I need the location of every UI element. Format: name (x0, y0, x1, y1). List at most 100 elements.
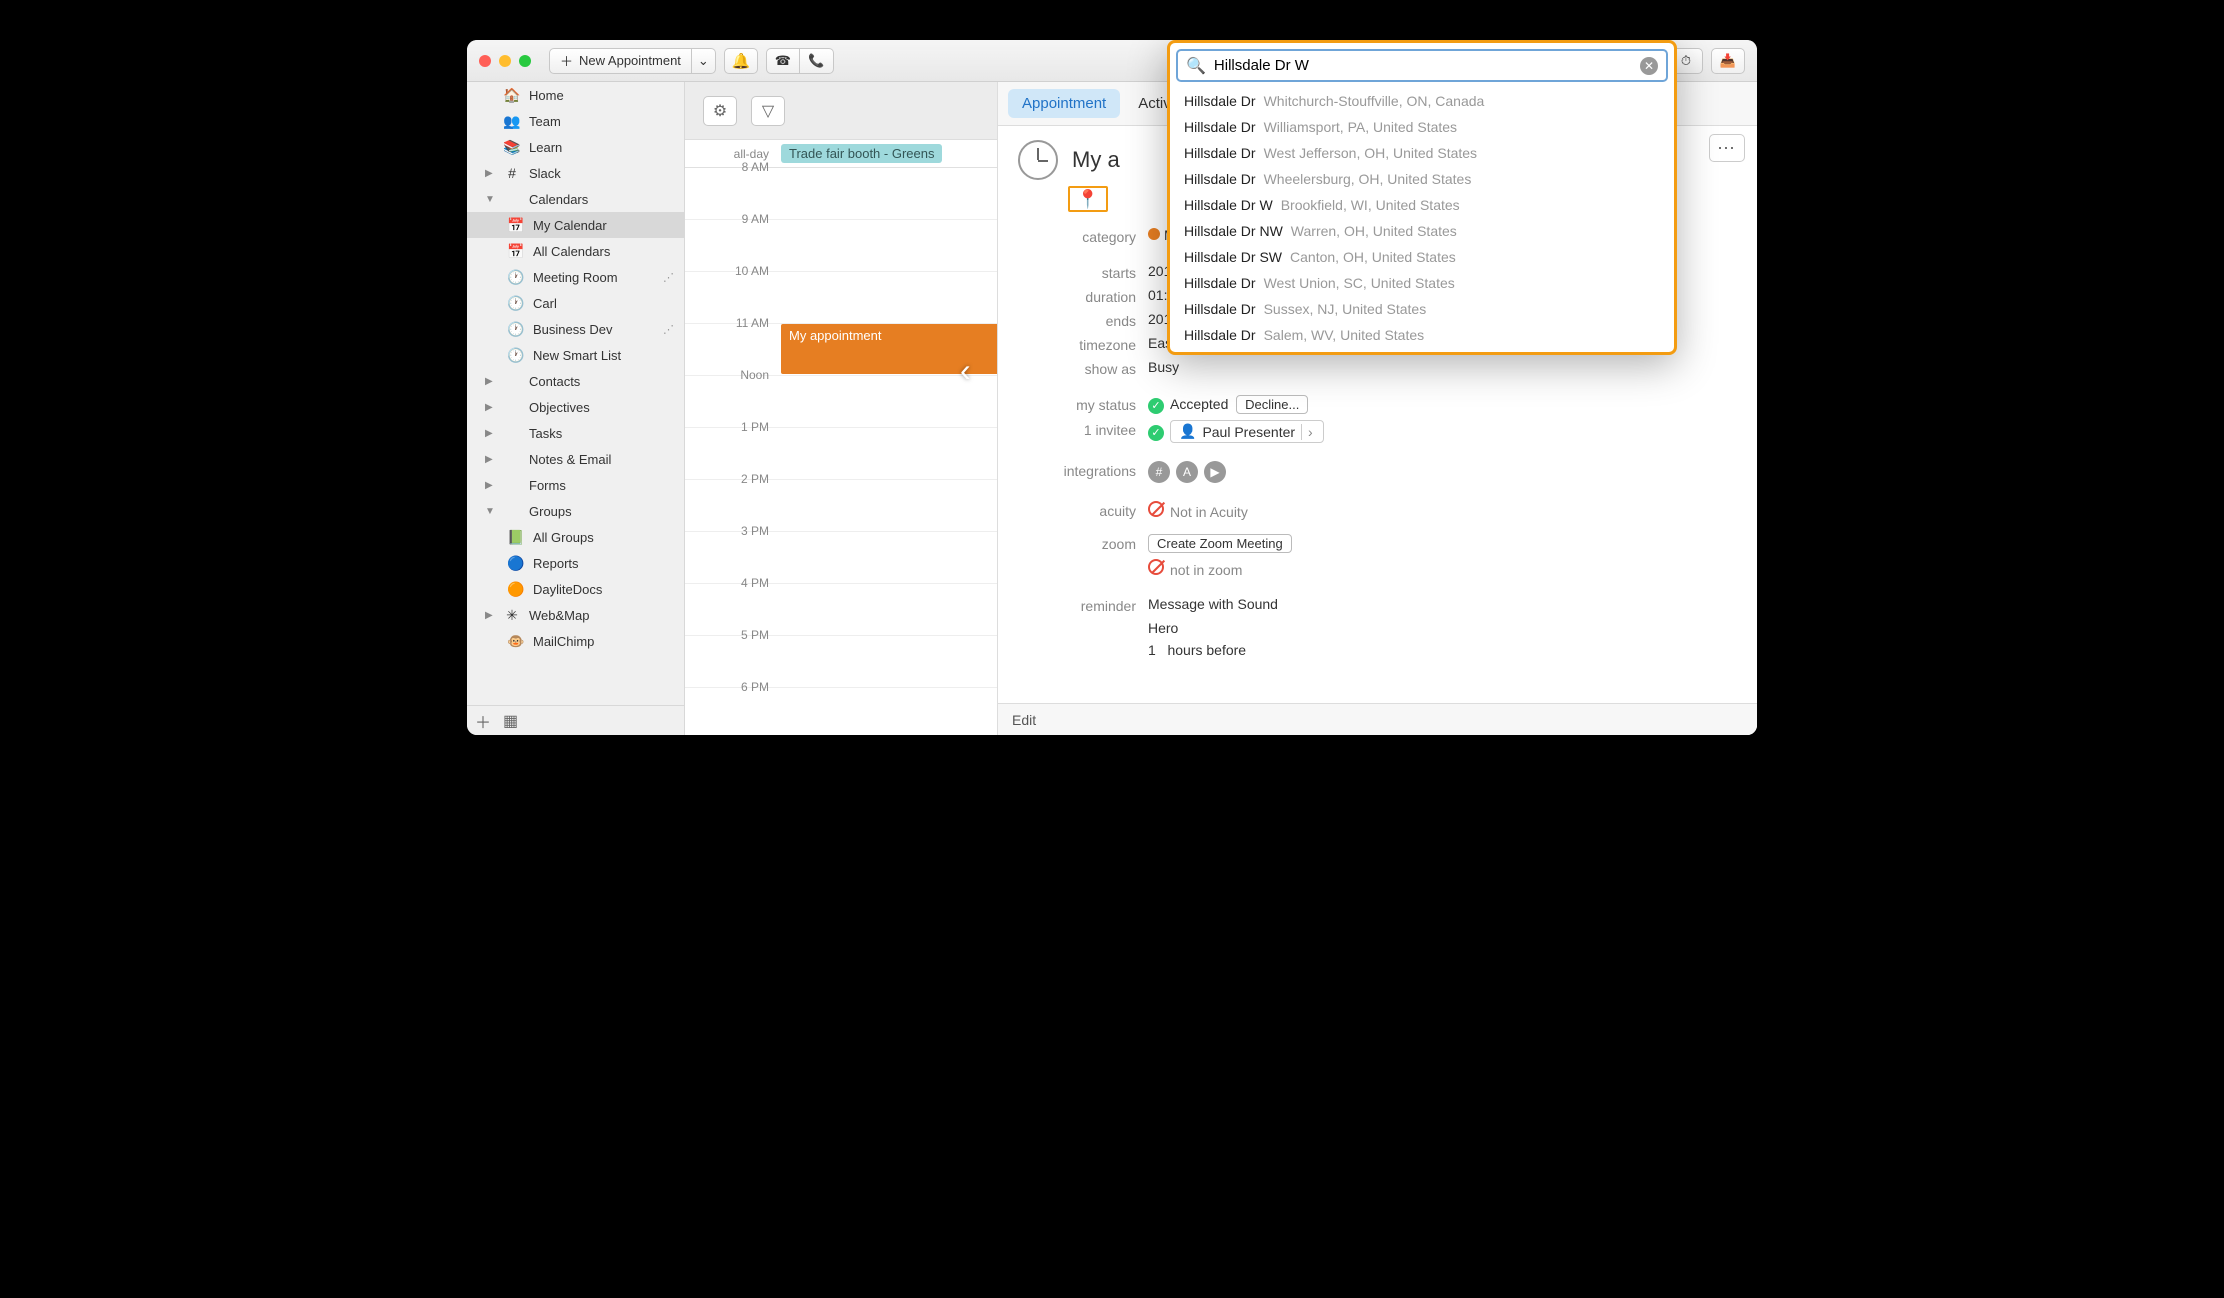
chevron-icon: ▶ (485, 376, 495, 387)
chevron-left-icon[interactable]: ‹ (960, 352, 971, 389)
label-ends: ends (1018, 311, 1148, 329)
reminder-num: 1 (1148, 642, 1156, 658)
zoom-int-icon[interactable]: ▶ (1204, 461, 1226, 483)
sidebar-item-objectives[interactable]: ▶Objectives (467, 394, 684, 420)
chevron-icon: ▼ (485, 194, 495, 205)
sidebar-item-contacts[interactable]: ▶Contacts (467, 368, 684, 394)
sidebar-label: Meeting Room (533, 270, 618, 285)
notifications-button[interactable]: 🔔 (724, 48, 758, 74)
sidebar-icon: 👥 (503, 112, 521, 130)
search-result[interactable]: Hillsdale Dr WBrookfield, WI, United Sta… (1170, 192, 1674, 218)
category-dot-icon (1148, 228, 1160, 240)
sidebar-item-web-map[interactable]: ▶✳Web&Map (467, 602, 684, 628)
grid-icon[interactable]: ▦ (503, 711, 518, 731)
search-result[interactable]: Hillsdale Dr NWWarren, OH, United States (1170, 218, 1674, 244)
sidebar-item-forms[interactable]: ▶Forms (467, 472, 684, 498)
new-appointment-dropdown[interactable]: ⌄ (692, 48, 716, 74)
sidebar: 🏠Home👥Team📚Learn▶#Slack▼Calendars📅My Cal… (467, 82, 685, 735)
label-acuity: acuity (1018, 501, 1148, 519)
allday-label: all-day (685, 147, 781, 161)
new-appointment-group: ＋New Appointment ⌄ (549, 48, 716, 74)
sidebar-item-team[interactable]: 👥Team (467, 108, 684, 134)
time-label: 6 PM (685, 680, 781, 694)
acuity-int-icon[interactable]: A (1176, 461, 1198, 483)
chevron-icon: ▶ (485, 428, 495, 439)
detail-footer[interactable]: Edit (998, 703, 1757, 735)
inbox-button[interactable]: 📥 (1711, 48, 1745, 74)
sidebar-icon (503, 190, 521, 208)
sidebar-item-my-calendar[interactable]: 📅My Calendar (467, 212, 684, 238)
hangup-button[interactable]: ☎ (766, 48, 800, 74)
sidebar-icon: 📅 (507, 242, 525, 260)
time-label: 4 PM (685, 576, 781, 590)
invitee-chip[interactable]: 👤Paul Presenter› (1170, 420, 1324, 443)
clock-icon (1018, 140, 1058, 180)
sidebar-icon (503, 502, 521, 520)
sidebar-item-tasks[interactable]: ▶ Tasks (467, 420, 684, 446)
sidebar-item-meeting-room[interactable]: 🕐Meeting Room⋰ (467, 264, 684, 290)
call-button[interactable]: 📞 (800, 48, 834, 74)
search-results[interactable]: Hillsdale DrWhitchurch-Stouffville, ON, … (1170, 88, 1674, 352)
time-label: 10 AM (685, 264, 781, 278)
result-sub: Brookfield, WI, United States (1281, 197, 1460, 213)
clear-search-button[interactable]: ✕ (1640, 57, 1658, 75)
label-zoom: zoom (1018, 534, 1148, 552)
sidebar-item-business-dev[interactable]: 🕐Business Dev⋰ (467, 316, 684, 342)
sidebar-item-mailchimp[interactable]: 🐵MailChimp (467, 628, 684, 654)
reminder-unit: hours before (1167, 642, 1246, 658)
sidebar-label: MailChimp (533, 634, 594, 649)
bell-icon: 🔔 (731, 52, 750, 70)
sidebar-item-slack[interactable]: ▶#Slack (467, 160, 684, 186)
sidebar-label: Groups (529, 504, 572, 519)
sidebar-label: My Calendar (533, 218, 607, 233)
sidebar-item-all-groups[interactable]: 📗All Groups (467, 524, 684, 550)
allday-event[interactable]: Trade fair booth - Greens (781, 144, 942, 163)
add-icon[interactable]: ＋ (475, 709, 491, 733)
sidebar-item-reports[interactable]: 🔵Reports (467, 550, 684, 576)
sidebar-item-calendars[interactable]: ▼Calendars (467, 186, 684, 212)
sidebar-item-notes-email[interactable]: ▶Notes & Email (467, 446, 684, 472)
result-main: Hillsdale Dr (1184, 327, 1256, 343)
sidebar-item-daylitedocs[interactable]: 🟠DayliteDocs (467, 576, 684, 602)
tab-appointment[interactable]: Appointment (1008, 89, 1120, 118)
sidebar-icon: 🟠 (507, 580, 525, 598)
sidebar-item-carl[interactable]: 🕐Carl (467, 290, 684, 316)
close-window-button[interactable] (479, 55, 491, 67)
showas-value: Busy (1148, 359, 1737, 375)
sidebar-item-all-calendars[interactable]: 📅All Calendars (467, 238, 684, 264)
sidebar-item-new-smart-list[interactable]: 🕐New Smart List (467, 342, 684, 368)
sidebar-label: Reports (533, 556, 579, 571)
search-result[interactable]: Hillsdale Dr SWCanton, OH, United States (1170, 244, 1674, 270)
search-result[interactable]: Hillsdale DrWest Jefferson, OH, United S… (1170, 140, 1674, 166)
sidebar-icon: ✳ (503, 606, 521, 624)
location-search-input[interactable] (1212, 55, 1640, 76)
search-result[interactable]: Hillsdale DrSussex, NJ, United States (1170, 296, 1674, 322)
search-result[interactable]: Hillsdale Dr Salem, WV, United States (1170, 322, 1674, 348)
decline-button[interactable]: Decline... (1236, 395, 1308, 414)
location-pin-icon[interactable]: 📍 (1068, 186, 1108, 212)
slack-int-icon[interactable]: # (1148, 461, 1170, 483)
settings-gear-button[interactable]: ⚙ (703, 96, 737, 126)
search-result[interactable]: Hillsdale DrWhitchurch-Stouffville, ON, … (1170, 88, 1674, 114)
create-zoom-button[interactable]: Create Zoom Meeting (1148, 534, 1292, 553)
sidebar-icon: # (503, 164, 521, 182)
minimize-window-button[interactable] (499, 55, 511, 67)
sidebar-label: Tasks (529, 426, 562, 441)
label-category: category (1018, 227, 1148, 245)
sidebar-icon: 🕐 (507, 346, 525, 364)
filter-button[interactable]: ▽ (751, 96, 785, 126)
new-appointment-button[interactable]: ＋New Appointment (549, 48, 692, 74)
sidebar-item-groups[interactable]: ▼Groups (467, 498, 684, 524)
label-timezone: timezone (1018, 335, 1148, 353)
sidebar-item-home[interactable]: 🏠Home (467, 82, 684, 108)
search-result[interactable]: Hillsdale DrWheelersburg, OH, United Sta… (1170, 166, 1674, 192)
sidebar-label: Forms (529, 478, 566, 493)
chevron-right-icon[interactable]: › (1301, 424, 1319, 440)
maximize-window-button[interactable] (519, 55, 531, 67)
sidebar-scroll[interactable]: 🏠Home👥Team📚Learn▶#Slack▼Calendars📅My Cal… (467, 82, 684, 705)
sidebar-item-learn[interactable]: 📚Learn (467, 134, 684, 160)
search-result[interactable]: Hillsdale DrWest Union, SC, United State… (1170, 270, 1674, 296)
time-label: 9 AM (685, 212, 781, 226)
result-sub: Salem, WV, United States (1264, 327, 1425, 343)
search-result[interactable]: Hillsdale DrWilliamsport, PA, United Sta… (1170, 114, 1674, 140)
